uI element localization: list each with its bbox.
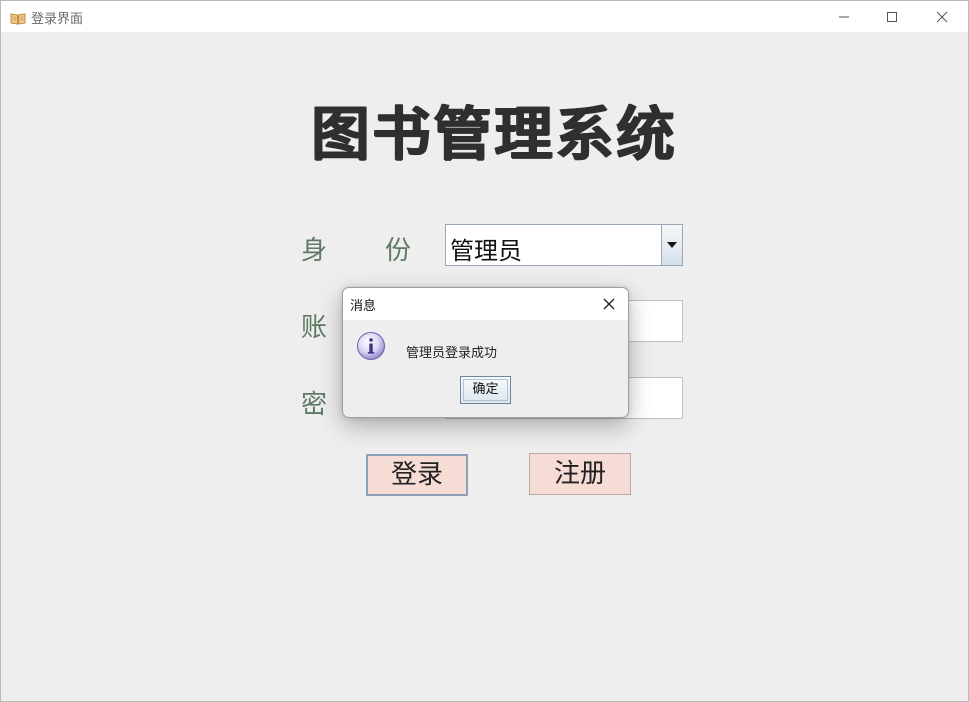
identity-dropdown-button[interactable]: [661, 225, 682, 265]
book-icon: [10, 10, 26, 25]
maximize-icon: [887, 12, 897, 22]
identity-select-value: 管理员: [450, 237, 522, 265]
dialog-close-button[interactable]: [601, 296, 617, 312]
dialog-titlebar[interactable]: 消息: [343, 288, 628, 320]
app-title: 图书管理系统: [311, 100, 678, 168]
chevron-down-icon: [667, 242, 677, 248]
identity-label-first: 身: [301, 236, 328, 266]
dialog-ok-label: 确定: [463, 379, 508, 401]
message-dialog: 消息 管理员登录成功 确定: [342, 287, 629, 418]
window-title: 登录界面: [31, 12, 84, 27]
close-button[interactable]: [919, 1, 965, 32]
identity-select[interactable]: 管理员: [445, 224, 683, 266]
dialog-ok-button[interactable]: 确定: [460, 376, 511, 404]
close-icon: [936, 11, 948, 23]
minimize-button[interactable]: [821, 1, 867, 32]
register-button[interactable]: 注册: [529, 453, 631, 495]
dialog-message: 管理员登录成功: [406, 346, 498, 361]
minimize-icon: [839, 16, 849, 18]
identity-label-second: 份: [385, 236, 412, 266]
login-window: 登录界面 图书管理系统 身 份 管理员 账 密 登录 注册 消息 管理员登录成功…: [0, 0, 969, 702]
window-titlebar[interactable]: 登录界面: [1, 1, 968, 32]
dialog-title: 消息: [350, 299, 377, 314]
account-label: 账: [301, 313, 328, 343]
password-label: 密: [301, 390, 328, 420]
info-icon: [356, 331, 386, 361]
maximize-button[interactable]: [869, 1, 915, 32]
close-icon: [603, 298, 615, 310]
login-button[interactable]: 登录: [366, 454, 468, 496]
